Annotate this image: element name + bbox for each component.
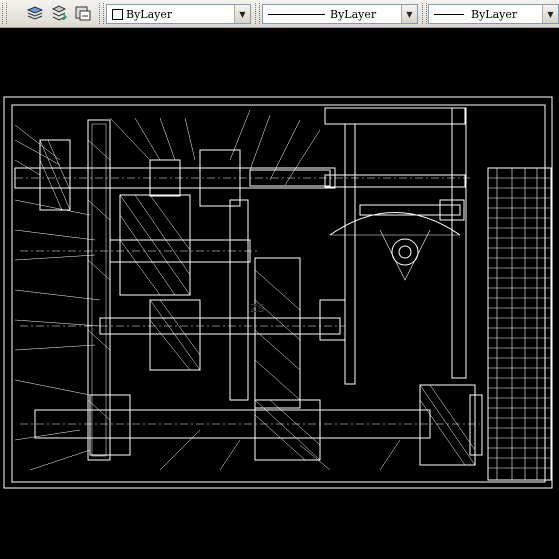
lineweight-value: ByLayer xyxy=(471,8,518,21)
properties-toolbar: ByLayer ▼ ByLayer ▼ ByLayer ▼ xyxy=(0,0,559,28)
color-control[interactable]: ByLayer ▼ xyxy=(106,4,251,24)
lineweight-preview xyxy=(434,14,464,15)
toolbar-grip[interactable] xyxy=(2,3,7,24)
linetype-value: ByLayer xyxy=(330,8,377,21)
watermark-text: zs xyxy=(250,300,265,316)
toolbar-grip[interactable] xyxy=(99,3,104,24)
drawing-canvas[interactable]: zs xyxy=(0,28,559,559)
toolbar-grip[interactable] xyxy=(255,3,260,24)
layer-states-icon[interactable] xyxy=(26,4,44,22)
layer-isolate-icon[interactable] xyxy=(74,4,92,22)
toolbar-grip[interactable] xyxy=(422,3,427,24)
drawing-svg xyxy=(3,96,553,489)
chevron-down-icon[interactable]: ▼ xyxy=(542,5,558,23)
color-value: ByLayer xyxy=(126,8,173,21)
chevron-down-icon[interactable]: ▼ xyxy=(401,5,417,23)
middle-shafts xyxy=(20,194,346,409)
layer-previous-icon[interactable] xyxy=(50,4,68,22)
top-right-assembly xyxy=(324,107,467,385)
linetype-control[interactable]: ByLayer ▼ xyxy=(262,4,418,24)
parts-list-table xyxy=(487,167,552,481)
chevron-down-icon[interactable]: ▼ xyxy=(234,5,250,23)
left-housing-wall xyxy=(87,119,111,461)
linetype-preview xyxy=(268,14,325,15)
lineweight-control[interactable]: ByLayer ▼ xyxy=(428,4,559,24)
color-swatch xyxy=(112,9,123,20)
bottom-output-shaft xyxy=(20,384,483,466)
leader-lines xyxy=(14,109,401,471)
